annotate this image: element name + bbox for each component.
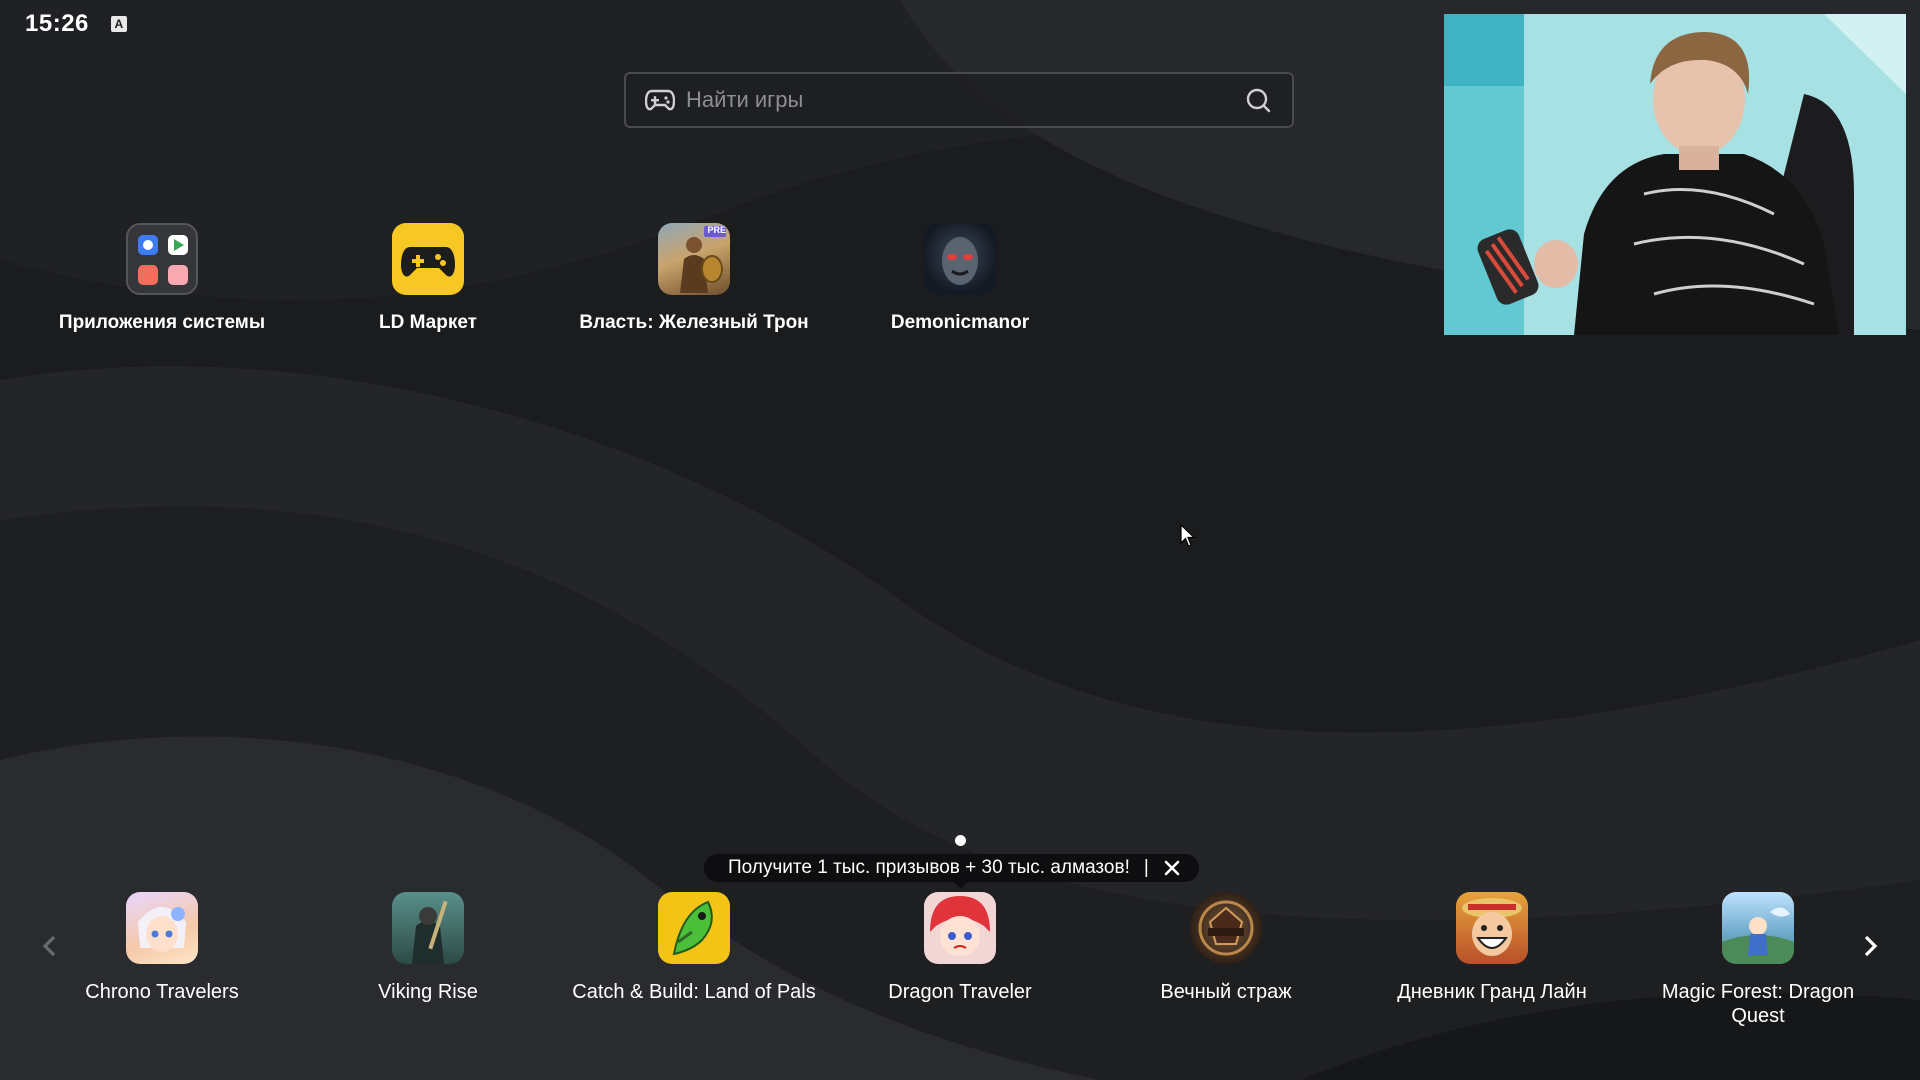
clock: 15:26 — [25, 10, 89, 37]
status-bar: 15:26 A — [25, 10, 127, 38]
close-icon[interactable] — [1163, 859, 1181, 877]
app-label: Dragon Traveler — [888, 981, 1032, 1003]
game-demonicmanor-icon — [924, 223, 996, 295]
app-label: Catch & Build: Land of Pals — [572, 981, 816, 1003]
search-icon[interactable] — [1238, 80, 1278, 120]
dock-app-catch-and-build[interactable]: Catch & Build: Land of Pals — [569, 892, 819, 1004]
app-demonicmanor[interactable]: Demonicmanor — [835, 223, 1085, 335]
mouse-cursor-icon — [1180, 524, 1196, 547]
game-vechny-strazh-icon — [1190, 892, 1262, 964]
game-viking-rise-icon — [392, 892, 464, 964]
game-dragon-traveler-icon — [924, 892, 996, 964]
ld-market-gamepad-icon — [392, 223, 464, 295]
app-label: Дневник Гранд Лайн — [1397, 981, 1587, 1003]
dock-app-dragon-traveler[interactable]: Dragon Traveler — [835, 892, 1085, 1004]
app-label: Magic Forest: Dragon Quest — [1661, 981, 1855, 1027]
dock-app-vechny-strazh[interactable]: Вечный страж — [1101, 892, 1351, 1004]
promo-banner[interactable]: Получите 1 тыс. призывов + 30 тыс. алмаз… — [704, 854, 1199, 889]
dock-app-magic-forest[interactable]: Magic Forest: Dragon Quest — [1633, 892, 1883, 1028]
app-label: Viking Rise — [378, 981, 478, 1003]
app-system-apps[interactable]: Приложения системы — [37, 223, 287, 335]
dock-app-dnevnik-grand-line[interactable]: Дневник Гранд Лайн — [1367, 892, 1617, 1004]
dock-app-chrono-travelers[interactable]: Chrono Travelers — [37, 892, 287, 1004]
notification-a-icon: A — [110, 16, 127, 32]
app-label: Вечный страж — [1160, 981, 1292, 1003]
pre-badge: PRE — [707, 225, 726, 235]
game-dnevnik-grand-line-icon — [1456, 892, 1528, 964]
game-catch-and-build-icon — [658, 892, 730, 964]
game-vlast-icon: PRE — [658, 223, 730, 295]
webcam-overlay — [1444, 14, 1906, 335]
app-vlast-zhelezny-tron[interactable]: PRE Власть: Железный Трон — [569, 223, 819, 335]
system-apps-folder-icon — [126, 223, 198, 295]
app-label: Приложения системы — [58, 312, 266, 333]
search-input[interactable] — [684, 86, 1238, 114]
app-label: LD Маркет — [379, 312, 477, 333]
promo-separator: | — [1143, 857, 1149, 878]
dock-app-viking-rise[interactable]: Viking Rise — [303, 892, 553, 1004]
game-magic-forest-icon — [1722, 892, 1794, 964]
app-label: Demonicmanor — [890, 312, 1030, 333]
app-label: Chrono Travelers — [85, 981, 239, 1003]
promo-text: Получите 1 тыс. призывов + 30 тыс. алмаз… — [728, 857, 1130, 878]
page-indicator-dot[interactable] — [955, 835, 966, 846]
app-label: Власть: Железный Трон — [579, 312, 809, 333]
chevron-right-icon[interactable] — [1857, 932, 1885, 960]
app-ld-market[interactable]: LD Маркет — [303, 223, 553, 335]
gamepad-icon — [642, 82, 678, 118]
game-chrono-travelers-icon — [126, 892, 198, 964]
game-search-bar[interactable] — [624, 72, 1294, 128]
